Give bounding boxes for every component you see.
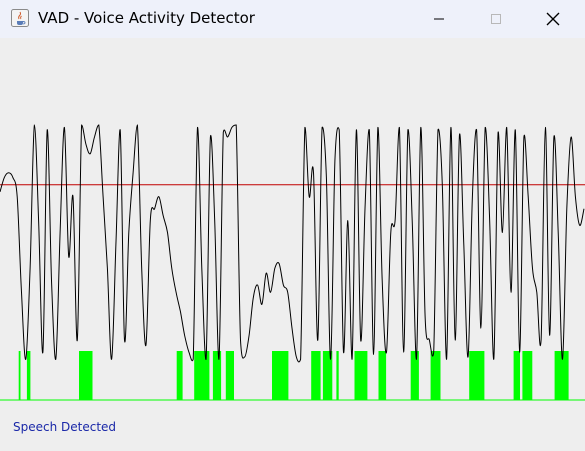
status-label: Speech Detected: [13, 420, 117, 434]
java-app-icon[interactable]: [11, 9, 29, 27]
speech-bar: [18, 351, 21, 400]
window-title: VAD - Voice Activity Detector: [38, 9, 255, 27]
speech-bar: [225, 351, 234, 400]
speech-bar: [79, 351, 93, 400]
maximize-button[interactable]: [473, 0, 519, 38]
speech-bar: [176, 351, 183, 400]
close-button[interactable]: [530, 0, 576, 38]
speech-bar: [554, 351, 569, 400]
speech-bar: [26, 351, 31, 400]
speech-bar: [354, 351, 368, 400]
speech-bars-group: [18, 351, 569, 400]
speech-bar: [194, 351, 210, 400]
close-icon: [546, 12, 560, 26]
title-bar[interactable]: VAD - Voice Activity Detector: [0, 0, 585, 38]
speech-bar: [410, 351, 419, 400]
speech-bar: [311, 351, 321, 400]
minimize-button[interactable]: [416, 0, 462, 38]
speech-bar: [430, 351, 441, 400]
speech-bar: [378, 351, 387, 400]
speech-bar: [272, 351, 289, 400]
speech-bar: [469, 351, 485, 400]
waveform-trace: [0, 124, 585, 363]
app-window: VAD - Voice Activity Detector Speech Det…: [0, 0, 585, 451]
speech-bar: [513, 351, 520, 400]
speech-bar: [212, 351, 222, 400]
content-panel: Speech Detected: [0, 38, 585, 451]
speech-bar: [336, 351, 339, 400]
vad-visualization-canvas: [0, 124, 585, 401]
maximize-icon: [491, 14, 501, 24]
speech-bar: [522, 351, 533, 400]
minimize-icon: [434, 18, 444, 20]
